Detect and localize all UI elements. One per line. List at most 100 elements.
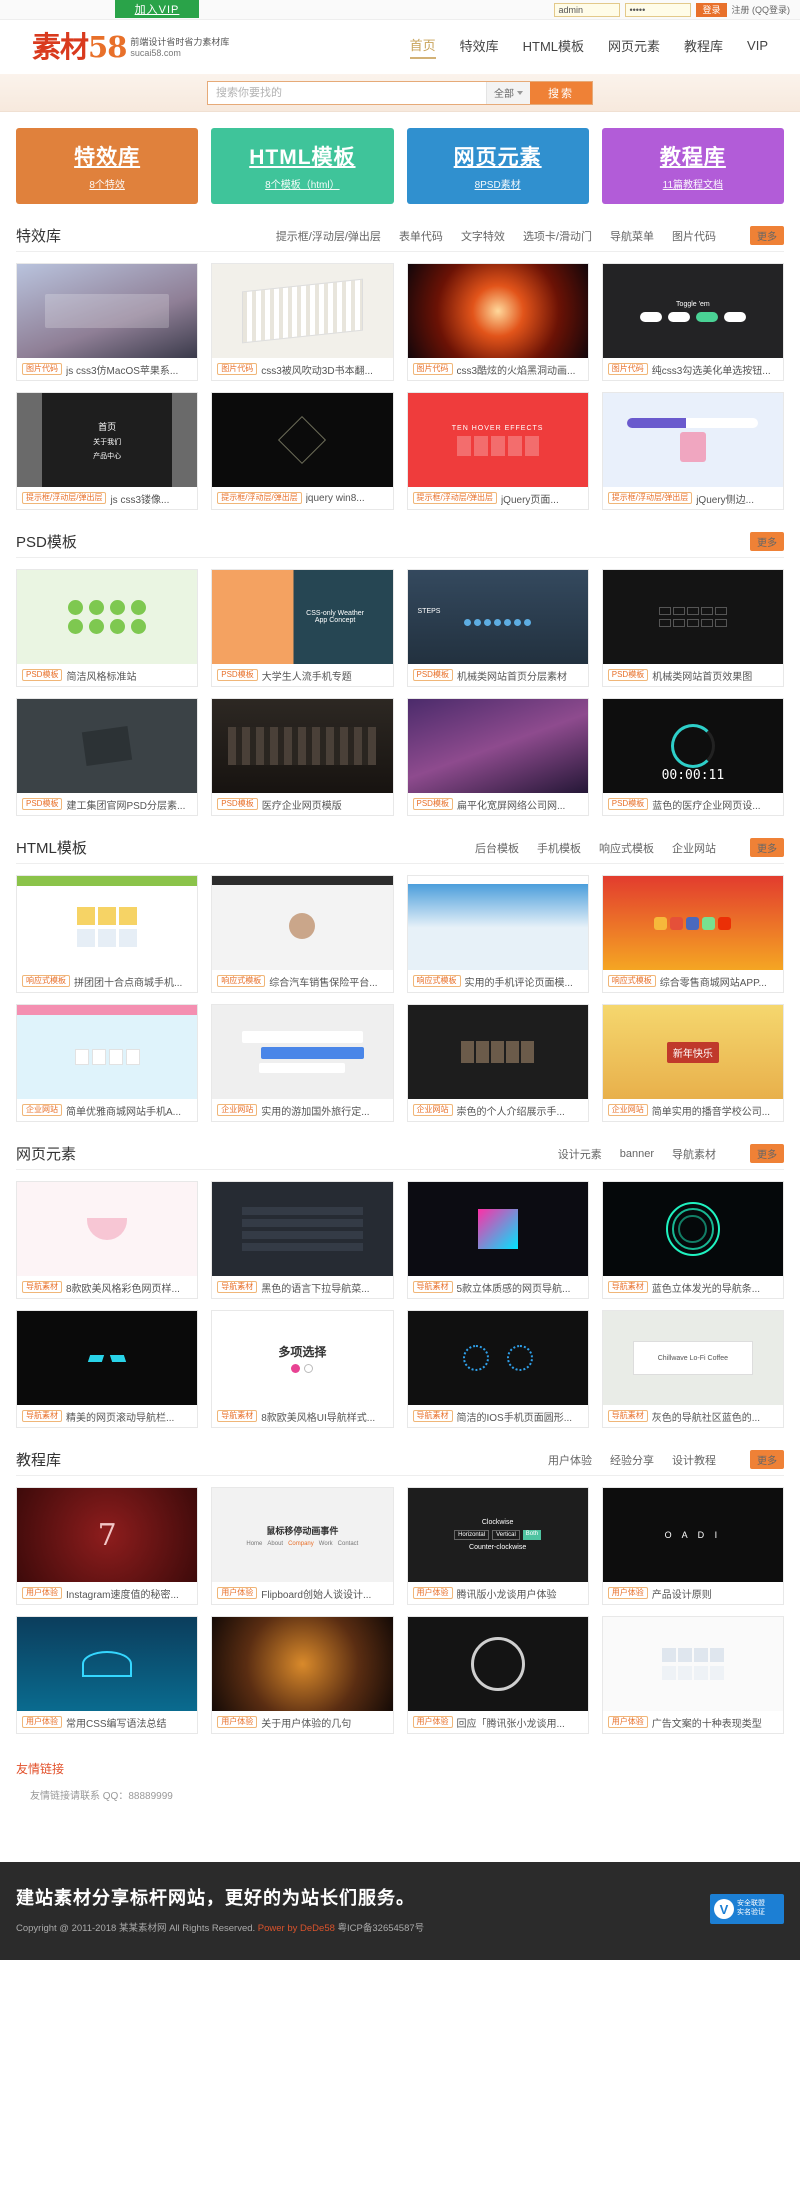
resource-card[interactable]: STEPS PSD模板 机械类网站首页分层素材 [406,569,589,687]
resource-card[interactable]: 导航素材 黑色的语言下拉导航菜... [211,1181,394,1299]
resource-card[interactable]: 7 用户体验 Instagram速度值的秘密... [16,1487,199,1605]
resource-card[interactable]: 提示框/浮动层/弹出层 jQuery侧边... [601,392,784,510]
resource-card[interactable]: 用户体验 关于用户体验的几句 [211,1616,394,1734]
resource-card[interactable]: 导航素材 简洁的IOS手机页面圆形... [406,1310,589,1428]
resource-card[interactable]: 00:00:11 PSD模板 蓝色的医疗企业网页设... [601,698,784,816]
card-title: 产品设计原则 [651,1589,712,1601]
section-title: HTML模板 [16,840,87,857]
section-tab[interactable]: 导航菜单 [610,228,654,244]
more-button[interactable]: 更多 [750,226,784,245]
more-button[interactable]: 更多 [750,1450,784,1469]
search-button[interactable]: 搜索 [530,81,592,104]
section-tab[interactable]: 选项卡/滑动门 [523,228,592,244]
search-scope-select[interactable]: 全部 [486,81,530,104]
resource-card[interactable]: 首页 关于我们 产品中心 提示框/浮动层/弹出层 js css3镂像... [16,392,199,510]
cert-line-1: 安全联盟 [737,1900,765,1908]
resource-card[interactable]: 响应式模板 综合零售商城网站APP... [601,875,784,993]
section-tab[interactable]: banner [620,1148,654,1160]
section-tab[interactable]: 导航素材 [672,1146,716,1162]
section-tab[interactable]: 图片代码 [672,228,716,244]
resource-card[interactable]: 图片代码 css3被风吹动3D书本翻... [211,263,394,381]
join-vip-button[interactable]: 加入VIP [115,0,199,18]
card-tag: 响应式模板 [412,974,461,988]
resource-card[interactable]: 提示框/浮动层/弹出层 jquery win8... [211,392,394,510]
banner-title: 特效库 [74,146,141,169]
card-caption: 导航素材 精美的网页滚动导航栏... [17,1405,198,1427]
resource-card[interactable]: 企业网站 实用的游加国外旅行定... [211,1004,394,1122]
section-tab[interactable]: 用户体验 [548,1452,592,1468]
section-tab[interactable]: 手机模板 [537,840,581,856]
resource-card[interactable]: Toggle 'em 图片代码 纯css3勾选美化单选按钮... [601,263,784,381]
banner-html-templates[interactable]: HTML模板 8个模板（html） [211,128,394,204]
search-input[interactable] [208,81,486,104]
resource-card[interactable]: 响应式模板 综合汽车销售保险平台... [211,875,394,993]
section-tab[interactable]: 经验分享 [610,1452,654,1468]
nav-item-effects[interactable]: 特效库 [460,36,499,58]
nav-item-html-templates[interactable]: HTML模板 [523,36,584,58]
resource-card[interactable]: 企业网站 简单优雅商城网站手机A... [16,1004,199,1122]
section-title: 教程库 [16,1452,62,1469]
nav-item-tutorials[interactable]: 教程库 [684,36,723,58]
resource-card[interactable]: 新年快乐 企业网站 简单实用的播音学校公司... [601,1004,784,1122]
resource-card[interactable]: 多项选择 导航素材 8款欧美风格UI导航样式... [211,1310,394,1428]
resource-card[interactable]: PSD模板 机械类网站首页效果图 [601,569,784,687]
card-thumbnail [212,264,393,358]
section-tab[interactable]: 设计教程 [672,1452,716,1468]
resource-card[interactable]: 响应式模板 实用的手机评论页面模... [406,875,589,993]
resource-card[interactable]: 响应式模板 拼团团十合点商城手机... [16,875,199,993]
copyright-power-by[interactable]: Power by DeDe58 [258,1923,335,1934]
resource-card[interactable]: 图片代码 js css3仿MacOS苹果系... [16,263,199,381]
resource-card[interactable]: Chillwave Lo-Fi Coffee 导航素材 灰色的导航社区蓝色的... [601,1310,784,1428]
login-button[interactable]: 登录 [696,2,727,17]
card-title: 蓝色立体发光的导航条... [651,1283,761,1295]
banner-tutorials[interactable]: 教程库 11篇教程文档 [601,128,784,204]
card-title: 纯css3勾选美化单选按钮... [651,365,771,377]
resource-card[interactable]: 导航素材 蓝色立体发光的导航条... [601,1181,784,1299]
section-tab[interactable]: 响应式模板 [599,840,654,856]
resource-card[interactable]: PSD模板 简洁风格标准站 [16,569,199,687]
resource-card[interactable]: CSS-only Weather App Concept PSD模板 大学生人流手机专… [211,569,394,687]
password-input[interactable] [625,2,692,17]
section-tab[interactable]: 提示框/浮动层/弹出层 [276,228,381,244]
more-button[interactable]: 更多 [750,838,784,857]
resource-card[interactable]: TEN HOVER EFFECTS 提示框/浮动层/弹出层 jQuery页面... [406,392,589,510]
resource-card[interactable]: 导航素材 5款立体质感的网页导航... [406,1181,589,1299]
resource-card[interactable]: PSD模板 医疗企业网页模版 [211,698,394,816]
resource-card[interactable]: 导航素材 8款欧美风格彩色网页样... [16,1181,199,1299]
resource-card[interactable]: Clockwise Horizontal Vertical Both Counter-c… [406,1487,589,1605]
section-tab[interactable]: 表单代码 [399,228,443,244]
card-thumbnail: 00:00:11 [602,699,783,793]
more-button[interactable]: 更多 [750,532,784,551]
section-tab[interactable]: 后台模板 [475,840,519,856]
logo[interactable]: 素材58 前端设计省时省力素材库 sucai58.com [16,32,229,62]
username-input[interactable] [554,2,621,17]
section-tab[interactable]: 企业网站 [672,840,716,856]
register-links[interactable]: 注册 (QQ登录) [732,3,791,16]
security-cert-badge[interactable]: V 安全联盟 实名验证 [710,1894,784,1924]
section-tab[interactable]: 设计元素 [558,1146,602,1162]
banner-web-elements[interactable]: 网页元素 8PSD素材 [406,128,589,204]
banner-effects[interactable]: 特效库 8个特效 [16,128,199,204]
resource-card[interactable]: 企业网站 崇色的个人介绍展示手... [406,1004,589,1122]
card-caption: 用户体验 腾讯版小龙谈用户体验 [407,1582,588,1604]
resource-card[interactable]: O A D I 用户体验 产品设计原则 [601,1487,784,1605]
resource-card[interactable]: 鼠标移停动画事件 Home About Company Work Contact 用户体验 F… [211,1487,394,1605]
friend-links-text: 友情链接请联系 QQ：88889999 [30,1791,173,1802]
section-4: 教程库 用户体验 经验分享 设计教程 更多 7 用户体验 Instagram速度值的秘密...… [16,1450,784,1734]
nav-item-web-elements[interactable]: 网页元素 [608,36,660,58]
resource-card[interactable]: 用户体验 回应「腾讯张小龙谈用... [406,1616,589,1734]
section-tab[interactable]: 文字特效 [461,228,505,244]
resource-card[interactable]: PSD模板 建工集团官网PSD分层素... [16,698,199,816]
card-caption: 响应式模板 综合汽车销售保险平台... [212,970,393,992]
more-button[interactable]: 更多 [750,1144,784,1163]
nav-item-home[interactable]: 首页 [409,35,436,59]
resource-card[interactable]: 导航素材 精美的网页滚动导航栏... [16,1310,199,1428]
resource-card[interactable]: PSD模板 扁平化宽屏网络公司网... [406,698,589,816]
resource-card[interactable]: 图片代码 css3酷炫的火焰黑洞动画... [406,263,589,381]
card-row: PSD模板 简洁风格标准站 CSS-only Weather App Concept P… [16,569,784,687]
nav-item-vip[interactable]: VIP [747,38,768,56]
card-thumbnail: 首页 关于我们 产品中心 [17,393,198,487]
resource-card[interactable]: 用户体验 常用CSS编写语法总结 [16,1616,199,1734]
resource-card[interactable]: 用户体验 广告文案的十种表现类型 [601,1616,784,1734]
card-thumbnail: Clockwise Horizontal Vertical Both Counter-c… [407,1488,588,1582]
